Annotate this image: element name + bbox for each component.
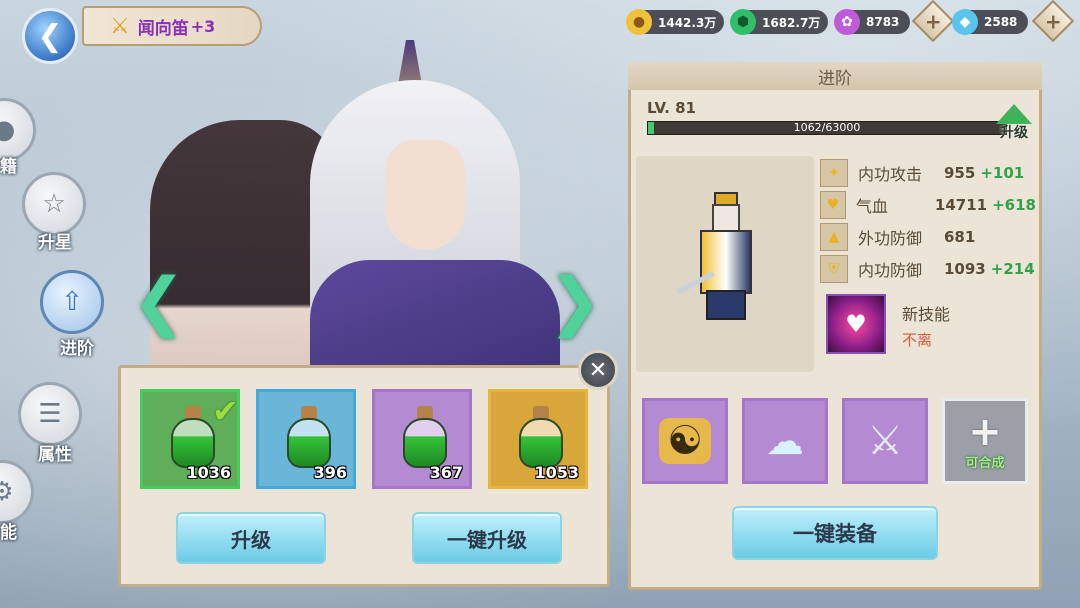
stat-name: 内功防御 [858,261,923,280]
nav-book-label: 籍 [0,157,17,177]
stat-value: 14711 [934,196,988,214]
potion-flask-icon [171,406,215,468]
nav-advance[interactable]: ⇧ [40,270,104,334]
taiji-icon: ☯ [659,418,711,464]
new-skill-label: 新技能 [902,305,951,324]
potion-slot-2[interactable]: 396 [256,389,356,489]
gold-value: 1442.3万 [658,15,717,30]
potion-count: 396 [313,463,347,482]
stat-name: 外功防御 [858,229,923,248]
stat-bonus: +101 [980,164,1025,182]
shield-icon: ⛨ [820,255,848,283]
item-name: 闻向笛 [137,18,189,39]
jade-value: 1682.7万 [762,15,821,30]
hero-level: LV. 81 [647,99,696,117]
gear-icon: ⚙ [0,477,14,507]
attack-icon: ✦ [820,159,848,187]
potion-flask-icon [403,406,447,468]
upgrade-button[interactable]: 升级 [176,512,326,564]
stat-value: 681 [944,228,976,246]
currency-diamond: ◆ 2588 [952,9,1028,35]
gold-coin-icon: ● [626,9,652,35]
advance-icon: ⇧ [61,287,83,317]
stat-name: 气血 [855,197,888,216]
potion-flask-icon [287,406,331,468]
stars-icon: ☆ [42,189,66,219]
xp-bar: 1062/63000 [647,121,1007,135]
one-key-upgrade-button[interactable]: 一键升级 [412,512,562,564]
stat-name: 内功攻击 [858,165,923,184]
potion-slot-4[interactable]: 1053 [488,389,588,489]
equip-slot-2[interactable]: ☁ [742,398,828,484]
nav-star-label: 升星 [38,233,72,253]
next-hero-arrow[interactable]: ❯ [548,265,602,339]
nav-advance-label: 进阶 [60,339,94,359]
one-key-equip-button[interactable]: 一键装备 [732,506,938,560]
selected-check-icon: ✔ [212,392,239,430]
stat-external-defense: ▲ 外功防御 681 [820,222,1036,252]
orb-value: 8783 [866,15,900,29]
plus-icon: + [924,8,942,33]
heart-icon: ♥ [820,191,846,219]
stat-bonus: +214 [990,260,1035,278]
book-icon: ● [0,115,16,145]
hero-sprite [677,192,770,322]
potion-count: 367 [429,463,463,482]
potion-jar-icon [519,406,563,468]
diamond-value: 2588 [984,15,1018,29]
hero-portrait-male [250,40,580,410]
plus-icon: + [1044,8,1062,33]
equip-slot-synthesize[interactable]: + 可合成 [942,398,1028,484]
potion-slot-3[interactable]: 367 [372,389,472,489]
currency-gold: ● 1442.3万 [626,9,724,35]
sword-icon: ⚔ [867,418,903,464]
up-arrow-icon [996,104,1032,124]
item-title-banner: ⚔ 闻向笛 +3 [82,6,262,46]
new-skill-name: 不离 [902,331,933,349]
nav-skill-label: 能 [0,523,17,543]
currency-orb: ✿ 8783 [834,9,910,35]
stat-internal-defense: ⛨ 内功防御 1093 +214 [820,254,1036,284]
stat-internal-attack: ✦ 内功攻击 955 +101 [820,158,1036,188]
item-level: +3 [190,16,216,36]
sword-icon: ⚔ [110,13,130,39]
xp-text: 1062/63000 [793,121,861,134]
back-button[interactable]: ❮ [22,8,78,64]
potion-count: 1036 [186,463,231,482]
panel-title: 进阶 [628,62,1042,90]
stat-hp: ♥ 气血 14711 +618 [820,190,1036,220]
attributes-icon: ☰ [38,399,62,429]
diamond-icon: ◆ [952,9,978,35]
currency-jade: ⬢ 1682.7万 [730,9,828,35]
close-button[interactable]: ✕ [578,350,618,390]
armor-icon: ▲ [820,223,848,251]
stat-value: 1093 [944,260,986,278]
cloud-icon: ☁ [766,419,804,463]
stat-bonus: +618 [992,196,1036,214]
purple-orb-icon: ✿ [834,9,860,35]
potion-count: 1053 [534,463,579,482]
plus-icon: + [968,408,1002,455]
close-icon: ✕ [588,357,608,383]
nav-attributes[interactable]: ☰ [18,382,82,446]
synthesize-label: 可合成 [965,455,1005,471]
prev-hero-arrow[interactable]: ❮ [132,265,186,339]
jade-icon: ⬢ [730,9,756,35]
level-up-label: 升级 [1000,125,1028,141]
stat-value: 955 [944,164,976,182]
nav-star[interactable]: ☆ [22,172,86,236]
equip-slot-1[interactable]: ☯ [642,398,728,484]
nav-attributes-label: 属性 [38,445,72,465]
level-up-button[interactable]: 升级 [992,104,1036,148]
equip-slot-3[interactable]: ⚔ [842,398,928,484]
back-arrow-icon: ❮ [37,18,63,54]
hero-face [385,140,465,250]
new-skill-icon[interactable]: ♥ [826,294,886,354]
